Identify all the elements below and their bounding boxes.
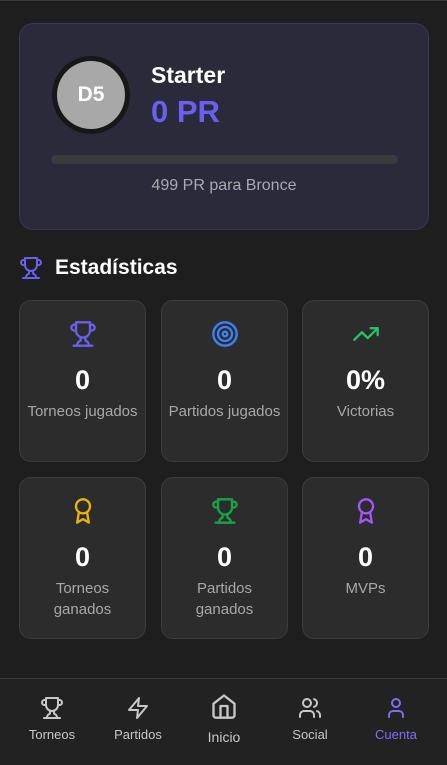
nav-label: Inicio [207, 729, 241, 745]
avatar-ring: D5 [52, 56, 130, 134]
stat-value: 0% [345, 365, 386, 395]
nav-label: Torneos [28, 727, 76, 742]
users-icon [299, 698, 321, 718]
nav-label: Social [292, 727, 328, 742]
nav-label: Partidos [114, 727, 162, 742]
nav-item-cuenta[interactable]: Cuenta [352, 679, 440, 765]
stat-label: Victorias [336, 403, 395, 420]
nav-label: Cuenta [375, 727, 417, 742]
stat-card-mvps: 0 MVPs [302, 477, 429, 639]
avatar[interactable]: D5 [57, 61, 125, 129]
tier-points: 0 PR [151, 94, 220, 129]
bottom-nav: Torneos Partidos Inicio Social Cuenta [0, 678, 447, 765]
rank-progress-bar [51, 155, 398, 164]
tier-name: Starter [151, 62, 226, 88]
stat-card-partidos-jugados: 0 Partidos jugados [161, 300, 288, 462]
stat-label: Partidos ganados [195, 580, 254, 618]
stats-heading: Estadísticas [19, 254, 178, 282]
lightning-icon [128, 697, 148, 719]
stat-label: Torneos jugados [27, 403, 138, 420]
nav-item-partidos[interactable]: Partidos [94, 679, 182, 765]
stat-card-victorias: 0% Victorias [302, 300, 429, 462]
stat-value: 0 [216, 542, 233, 572]
nav-item-torneos[interactable]: Torneos [8, 679, 96, 765]
stat-label: Partidos jugados [168, 403, 281, 420]
stat-card-torneos-ganados: 0 Torneos ganados [19, 477, 146, 639]
stat-card-torneos-jugados: 0 Torneos jugados [19, 300, 146, 462]
user-icon [388, 698, 404, 718]
trophy-icon [70, 321, 96, 347]
nav-item-inicio[interactable]: Inicio [180, 679, 268, 765]
stat-value: 0 [357, 542, 374, 572]
nav-item-social[interactable]: Social [266, 679, 354, 765]
rank-card: D5 Starter 0 PR 499 PR para Bronce [19, 23, 429, 230]
trophy-icon [212, 498, 238, 524]
stat-label: Torneos ganados [53, 580, 112, 618]
trophy-icon [20, 257, 42, 279]
trophy-icon [41, 697, 63, 719]
stat-card-partidos-ganados: 0 Partidos ganados [161, 477, 288, 639]
stat-value: 0 [74, 365, 91, 395]
medal-icon [357, 498, 375, 524]
target-icon [212, 321, 238, 347]
top-divider [0, 0, 447, 1]
next-rank-text: 499 PR para Bronce [151, 177, 297, 194]
stat-value: 0 [216, 365, 233, 395]
stat-value: 0 [74, 542, 91, 572]
stat-label: MVPs [345, 580, 386, 597]
medal-icon [74, 498, 92, 524]
stats-title: Estadísticas [55, 256, 178, 279]
home-icon [212, 694, 236, 719]
trending-up-icon [353, 327, 379, 341]
